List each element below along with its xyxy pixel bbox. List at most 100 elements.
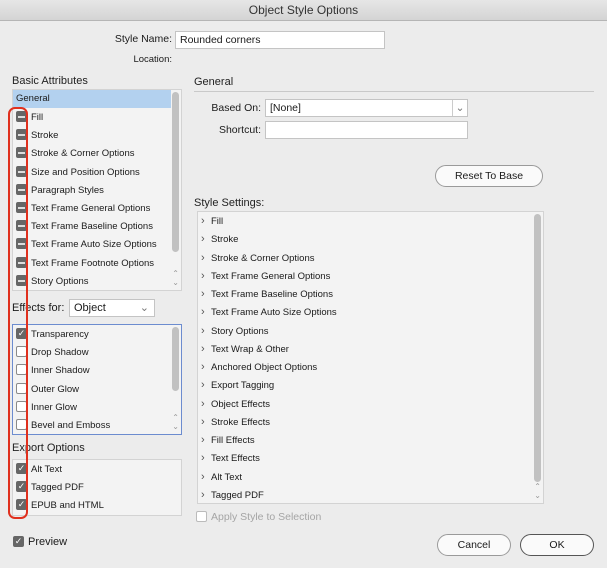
style-setting-item[interactable]: › Stroke & Corner Options xyxy=(201,249,315,267)
style-setting-item[interactable]: › Text Frame Auto Size Options xyxy=(201,303,337,321)
chevron-right-icon: › xyxy=(201,288,205,300)
annotation-highlight xyxy=(8,107,28,519)
style-setting-item[interactable]: › Story Options xyxy=(201,322,269,340)
item-label: Text Frame Auto Size Options xyxy=(31,239,157,251)
style-setting-item[interactable]: › Fill Effects xyxy=(201,431,255,449)
chevron-right-icon: › xyxy=(201,397,205,410)
scrollbar[interactable] xyxy=(172,92,179,252)
item-label: Text Frame Baseline Options xyxy=(31,221,153,233)
based-on-label: Based On: xyxy=(211,102,261,114)
item-label: Stroke xyxy=(211,234,239,246)
item-label: Outer Glow xyxy=(31,383,80,395)
effect-item[interactable]: Bevel and Emboss xyxy=(16,417,110,435)
list-item-general[interactable]: General xyxy=(13,90,171,108)
export-options-list: ✓ Alt Text ✓ Tagged PDF ✓ EPUB and HTML xyxy=(12,459,182,516)
item-label: Alt Text xyxy=(31,464,62,475)
location-label: Location: xyxy=(133,54,172,65)
item-label: Inner Glow xyxy=(31,401,77,413)
style-setting-item[interactable]: › Stroke xyxy=(201,230,238,248)
ok-button[interactable]: OK xyxy=(520,534,594,556)
style-name-label: Style Name: xyxy=(114,33,172,45)
style-setting-item[interactable]: › Tagged PDF xyxy=(201,486,264,504)
chevron-right-icon: › xyxy=(201,452,205,465)
item-label: Story Options xyxy=(211,325,269,337)
item-label: Object Effects xyxy=(211,398,270,410)
item-label: Size and Position Options xyxy=(31,166,140,178)
item-label: Fill xyxy=(211,216,224,227)
check-icon: ✓ xyxy=(13,535,24,547)
effects-list[interactable]: ⌃ ⌄ ✓ Transparency Drop Shadow Inner Shadow O… xyxy=(12,324,182,435)
style-setting-item[interactable]: › Fill xyxy=(201,212,223,230)
item-label: Text Frame General Options xyxy=(31,203,151,214)
item-label: Tagged PDF xyxy=(31,482,84,493)
general-heading: General xyxy=(194,76,234,88)
item-label: Text Frame General Options xyxy=(211,270,331,282)
basic-attributes-list[interactable]: General ⌃ ⌄ Fill Stroke Stroke & Corner Opt… xyxy=(12,89,182,291)
style-name-input[interactable]: Rounded corners xyxy=(175,31,385,49)
shortcut-label: Shortcut: xyxy=(218,124,261,136)
chevron-right-icon: › xyxy=(201,233,205,246)
list-item[interactable]: Stroke & Corner Options xyxy=(16,145,135,163)
effects-for-value: Object xyxy=(74,302,106,314)
apply-style-checkbox[interactable]: Apply Style to Selection xyxy=(196,510,322,523)
chevron-right-icon: › xyxy=(201,470,205,483)
list-item[interactable]: Size and Position Options xyxy=(16,164,140,182)
style-setting-item[interactable]: › Alt Text xyxy=(201,468,242,486)
list-item[interactable]: Text Frame Auto Size Options xyxy=(16,236,157,254)
chevron-right-icon: › xyxy=(201,342,205,355)
export-item[interactable]: ✓ EPUB and HTML xyxy=(16,497,104,515)
list-item[interactable]: Text Frame General Options xyxy=(16,200,150,218)
item-label: Text Frame Footnote Options xyxy=(31,257,155,269)
style-setting-item[interactable]: › Stroke Effects xyxy=(201,413,270,431)
item-label: Stroke xyxy=(31,130,59,142)
chevron-right-icon: › xyxy=(201,269,205,282)
scroll-arrows-icon[interactable]: ⌃ ⌄ xyxy=(172,413,179,431)
divider xyxy=(194,91,594,92)
item-label: Text Frame Auto Size Options xyxy=(211,307,337,319)
style-setting-item[interactable]: › Text Frame General Options xyxy=(201,267,330,285)
chevron-right-icon: › xyxy=(201,488,205,501)
item-label: Text Wrap & Other xyxy=(211,343,289,355)
style-setting-item[interactable]: › Anchored Object Options xyxy=(201,358,317,376)
item-label: Drop Shadow xyxy=(31,347,89,359)
item-label: Tagged PDF xyxy=(211,489,264,501)
item-label: EPUB and HTML xyxy=(31,500,104,511)
style-settings-list[interactable]: ⌃ ⌄ › Fill › Stroke › Stroke & Corner Options ›… xyxy=(197,211,544,504)
basic-attributes-heading: Basic Attributes xyxy=(12,75,88,87)
scroll-arrows-icon[interactable]: ⌃ ⌄ xyxy=(534,482,541,500)
chevron-down-icon: ⌄ xyxy=(452,100,467,116)
item-label: Anchored Object Options xyxy=(211,362,318,373)
shortcut-input[interactable] xyxy=(265,121,468,139)
effects-for-select[interactable]: Object ⌄ xyxy=(69,299,155,317)
item-label: Alt Text xyxy=(211,471,242,483)
list-item[interactable]: Text Frame Baseline Options xyxy=(16,218,153,236)
cancel-button[interactable]: Cancel xyxy=(437,534,511,556)
based-on-select[interactable]: [None] ⌄ xyxy=(265,99,468,117)
style-setting-item[interactable]: › Object Effects xyxy=(201,395,270,413)
scroll-arrows-icon[interactable]: ⌃ ⌄ xyxy=(172,269,179,287)
list-item[interactable]: Paragraph Styles xyxy=(16,182,104,200)
item-label: Inner Shadow xyxy=(31,365,90,377)
list-item[interactable]: Text Frame Footnote Options xyxy=(16,255,154,273)
chevron-down-icon: ⌄ xyxy=(139,302,149,314)
item-label: Export Tagging xyxy=(211,380,275,392)
based-on-value: [None] xyxy=(270,102,301,114)
title-bar: Object Style Options xyxy=(0,0,607,21)
style-setting-item[interactable]: › Text Wrap & Other xyxy=(201,340,289,358)
reset-to-base-button[interactable]: Reset To Base xyxy=(435,165,543,187)
chevron-right-icon: › xyxy=(201,361,205,373)
chevron-right-icon: › xyxy=(201,251,205,264)
item-label: Paragraph Styles xyxy=(31,184,104,196)
preview-checkbox[interactable]: ✓ Preview xyxy=(13,535,68,548)
chevron-right-icon: › xyxy=(201,324,205,337)
apply-style-label: Apply Style to Selection xyxy=(211,511,322,523)
chevron-right-icon: › xyxy=(201,379,205,392)
scrollbar[interactable] xyxy=(172,327,179,391)
style-setting-item[interactable]: › Text Effects xyxy=(201,449,260,467)
style-setting-item[interactable]: › Export Tagging xyxy=(201,376,274,394)
preview-label: Preview xyxy=(28,536,68,548)
chevron-right-icon: › xyxy=(201,306,205,319)
style-setting-item[interactable]: › Text Frame Baseline Options xyxy=(201,285,333,303)
scrollbar[interactable] xyxy=(534,214,541,482)
checkbox-icon xyxy=(196,510,207,522)
